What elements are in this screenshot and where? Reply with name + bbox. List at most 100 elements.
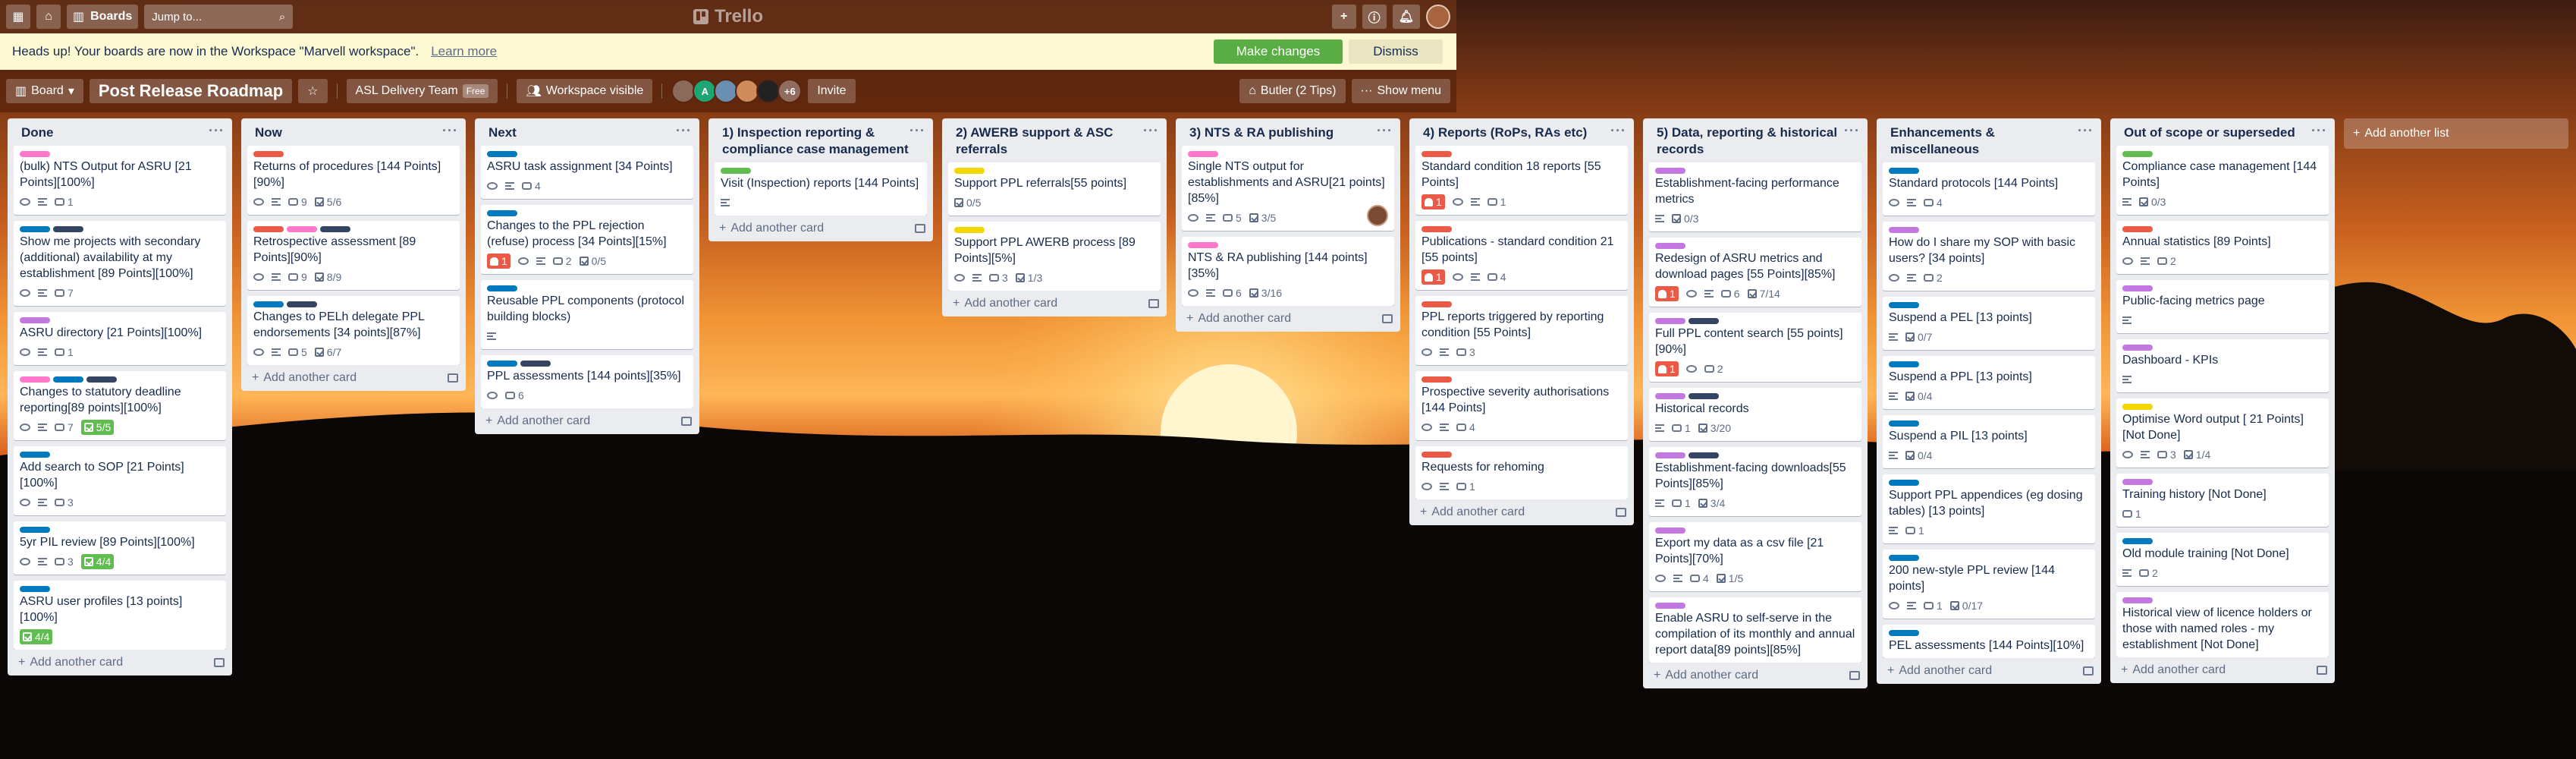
- list-title[interactable]: Enhancements & miscellaneous: [1890, 124, 2078, 158]
- card-template-icon[interactable]: [1616, 508, 1626, 517]
- label-blue[interactable]: [20, 452, 50, 458]
- list-header[interactable]: Next ···: [475, 118, 699, 146]
- more-members-badge[interactable]: +6: [778, 79, 803, 103]
- list-title[interactable]: 1) Inspection reporting & compliance cas…: [722, 124, 909, 158]
- card-member-avatar[interactable]: [1367, 205, 1388, 226]
- label-blue[interactable]: [20, 527, 50, 533]
- label-red[interactable]: [1422, 376, 1452, 383]
- card[interactable]: PPL assessments [144 points][35%] 6: [481, 355, 693, 408]
- card[interactable]: Full PPL content search [55 points][90%]…: [1649, 313, 1861, 382]
- label-blue[interactable]: [20, 226, 50, 232]
- card[interactable]: Training history [Not Done] 1: [2116, 474, 2329, 527]
- label-navy[interactable]: [1689, 318, 1719, 324]
- card[interactable]: Establishment-facing performance metrics…: [1649, 162, 1861, 231]
- list-header[interactable]: Done ···: [8, 118, 232, 146]
- list-menu-button[interactable]: ···: [1377, 124, 1393, 137]
- label-blue[interactable]: [253, 301, 284, 307]
- label-blue[interactable]: [487, 210, 517, 216]
- card[interactable]: Compliance case management [144 Points] 0…: [2116, 146, 2329, 215]
- label-purple[interactable]: [1655, 168, 1685, 174]
- card[interactable]: Historical view of licence holders or th…: [2116, 592, 2329, 657]
- search-input[interactable]: Jump to... ⌕: [144, 5, 294, 29]
- board-title[interactable]: Post Release Roadmap: [89, 79, 293, 103]
- star-button[interactable]: ☆: [298, 79, 328, 103]
- label-green[interactable]: [2122, 151, 2153, 157]
- label-blue[interactable]: [487, 151, 517, 157]
- card[interactable]: Changes to the PPL rejection (refuse) pr…: [481, 205, 693, 274]
- label-purple[interactable]: [2122, 479, 2153, 485]
- label-purple[interactable]: [2122, 285, 2153, 291]
- list-menu-button[interactable]: ···: [909, 124, 925, 137]
- label-blue[interactable]: [1889, 555, 1919, 561]
- show-menu-button[interactable]: ··· Show menu: [1351, 79, 1450, 103]
- card[interactable]: Returns of procedures [144 Points][90%] 9…: [247, 146, 460, 215]
- label-navy[interactable]: [520, 361, 551, 367]
- label-blue[interactable]: [1889, 420, 1919, 427]
- card[interactable]: Changes to PELh delegate PPL endorsement…: [247, 296, 460, 365]
- label-purple[interactable]: [1889, 227, 1919, 233]
- card[interactable]: Standard condition 18 reports [55 Points…: [1415, 146, 1628, 215]
- label-pink[interactable]: [287, 226, 317, 232]
- card[interactable]: Establishment-facing downloads[55 Points…: [1649, 447, 1861, 516]
- label-purple[interactable]: [1655, 243, 1685, 249]
- label-red[interactable]: [1422, 226, 1452, 232]
- label-blue[interactable]: [1889, 480, 1919, 486]
- label-purple[interactable]: [1655, 528, 1685, 534]
- card[interactable]: PPL reports triggered by reporting condi…: [1415, 296, 1628, 365]
- card-template-icon[interactable]: [915, 224, 925, 233]
- add-list-button[interactable]: + Add another list: [2344, 118, 2568, 149]
- create-button[interactable]: +: [1331, 5, 1356, 29]
- notifications-button[interactable]: 🔔︎: [1392, 5, 1420, 29]
- list-title[interactable]: Done: [21, 124, 54, 141]
- card[interactable]: How do I share my SOP with basic users? …: [1883, 222, 2095, 291]
- list-menu-button[interactable]: ···: [2311, 124, 2327, 137]
- card[interactable]: Redesign of ASRU metrics and download pa…: [1649, 238, 1861, 307]
- card-template-icon[interactable]: [2083, 666, 2094, 676]
- label-purple[interactable]: [1655, 603, 1685, 609]
- card-template-icon[interactable]: [1849, 671, 1860, 680]
- add-card-button[interactable]: + Add another card: [2121, 663, 2226, 677]
- card-template-icon[interactable]: [2317, 666, 2327, 675]
- card[interactable]: 200 new-style PPL review [144 points] 1 0/…: [1883, 550, 2095, 619]
- label-pink[interactable]: [1188, 151, 1218, 157]
- label-blue[interactable]: [53, 376, 83, 383]
- info-button[interactable]: ⓘ: [1362, 5, 1387, 29]
- label-red[interactable]: [253, 151, 284, 157]
- label-yellow[interactable]: [954, 227, 985, 233]
- list-menu-button[interactable]: ···: [1610, 124, 1626, 137]
- list-menu-button[interactable]: ···: [2078, 124, 2094, 137]
- card[interactable]: Optimise Word output [ 21 Points] [Not D…: [2116, 398, 2329, 468]
- label-navy[interactable]: [53, 226, 83, 232]
- card[interactable]: PEL assessments [144 Points][10%]: [1883, 625, 2095, 658]
- card[interactable]: Suspend a PPL [13 points] 0/4: [1883, 356, 2095, 409]
- card[interactable]: ASRU task assignment [34 Points] 4: [481, 146, 693, 199]
- label-red[interactable]: [1422, 301, 1452, 307]
- add-card-button[interactable]: + Add another card: [1654, 669, 1758, 682]
- list-title[interactable]: Out of scope or superseded: [2124, 124, 2295, 141]
- label-purple[interactable]: [1655, 393, 1685, 399]
- home-button[interactable]: ⌂: [36, 5, 61, 29]
- butler-button[interactable]: ⌂ Butler (2 Tips): [1239, 79, 1346, 103]
- list-menu-button[interactable]: ···: [442, 124, 458, 137]
- label-pink[interactable]: [1188, 242, 1218, 248]
- card[interactable]: Enable ASRU to self-serve in the compila…: [1649, 597, 1861, 663]
- card[interactable]: (bulk) NTS Output for ASRU [21 Points][1…: [14, 146, 226, 215]
- label-blue[interactable]: [1889, 168, 1919, 174]
- workspace-button[interactable]: ASL Delivery Team Free: [346, 79, 498, 103]
- label-red[interactable]: [2122, 226, 2153, 232]
- add-card-button[interactable]: + Add another card: [18, 656, 123, 669]
- list-title[interactable]: Next: [488, 124, 517, 141]
- list-header[interactable]: 4) Reports (RoPs, RAs etc) ···: [1409, 118, 1634, 146]
- card[interactable]: Support PPL appendices (eg dosing tables…: [1883, 474, 2095, 543]
- dismiss-button[interactable]: Dismiss: [1349, 39, 1443, 64]
- card[interactable]: Annual statistics [89 Points] 2: [2116, 221, 2329, 274]
- list-title[interactable]: Now: [255, 124, 282, 141]
- card[interactable]: Requests for rehoming 1: [1415, 446, 1628, 499]
- list-header[interactable]: Out of scope or superseded ···: [2110, 118, 2335, 146]
- list-header[interactable]: 3) NTS & RA publishing ···: [1176, 118, 1400, 146]
- label-blue[interactable]: [1889, 361, 1919, 367]
- card-template-icon[interactable]: [1382, 314, 1393, 323]
- label-purple[interactable]: [2122, 597, 2153, 603]
- card[interactable]: Historical records 1 3/20: [1649, 388, 1861, 441]
- list-title[interactable]: 4) Reports (RoPs, RAs etc): [1423, 124, 1587, 141]
